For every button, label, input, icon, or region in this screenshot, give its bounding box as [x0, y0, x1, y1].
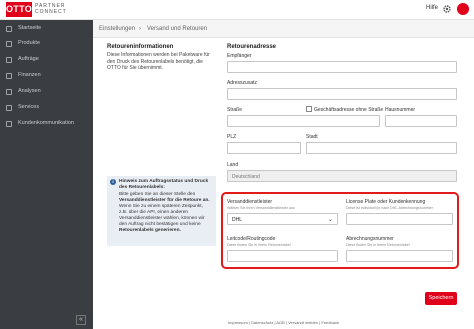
- info-line: Retourenlabels generieren.: [119, 228, 181, 233]
- sidebar-item-auftraege[interactable]: Aufträge: [0, 54, 93, 67]
- land-label: Land: [227, 162, 239, 168]
- empfaenger-label: Empfänger: [227, 53, 252, 59]
- abrechnung-input[interactable]: [346, 250, 453, 262]
- footer-links[interactable]: Impressum | Datenschutz | AGB | Versandt…: [93, 316, 474, 329]
- dienstleister-label: Versanddienstleister: [227, 199, 273, 205]
- hausnummer-label: Hausnummer: [385, 107, 416, 113]
- chat-icon: [6, 121, 12, 127]
- stadt-label: Stadt: [306, 134, 318, 140]
- leitcode-input[interactable]: [227, 250, 338, 262]
- retoureninfo-title: Retoureninformationen: [107, 44, 174, 50]
- license-hint: Diese ist individuell je nach DHL-Abrech…: [346, 206, 433, 210]
- breadcrumb-root[interactable]: Einstellungen: [99, 26, 135, 32]
- info-heading: Hinweis zum Auftragsstatus und Druck des…: [119, 179, 209, 191]
- otto-logo[interactable]: OTTO: [6, 2, 32, 17]
- sidebar-item-label: Aufträge: [18, 56, 39, 62]
- abrechnung-hint: Diese finden Sie in Ihrem Retourenlabel: [346, 243, 410, 247]
- sidebar: Startseite Produkte Aufträge Finanzen An…: [0, 20, 93, 329]
- sidebar-item-kundenkommunikation[interactable]: Kundenkommunikation: [0, 118, 93, 131]
- info-icon: i: [110, 179, 116, 185]
- strasse-input[interactable]: [227, 115, 380, 127]
- sidebar-item-label: Startseite: [18, 25, 42, 31]
- gear-icon[interactable]: [442, 4, 452, 14]
- avatar[interactable]: [457, 3, 469, 15]
- sidebar-item-finanzen[interactable]: Finanzen: [0, 70, 93, 83]
- stadt-input[interactable]: [306, 142, 457, 154]
- leitcode-label: Leitcode/Routingcode: [227, 236, 276, 242]
- home-icon: [6, 26, 12, 32]
- box-icon: [6, 41, 12, 47]
- breadcrumb: Einstellungen › Versand und Retouren: [93, 20, 474, 38]
- empfaenger-input[interactable]: [227, 61, 457, 73]
- land-field: Deutschland: [227, 170, 457, 182]
- retourenadresse-title: Retourenadresse: [227, 44, 277, 50]
- license-input[interactable]: [346, 213, 453, 225]
- sidebar-item-label: Analysen: [18, 88, 41, 94]
- no-street-checkbox[interactable]: [306, 106, 312, 112]
- retoureninfo-description: Diese Informationen werden bei Paketware…: [107, 52, 210, 71]
- adresszusatz-label: Adresszusatz: [227, 80, 258, 86]
- chevron-down-icon: ⌄: [327, 217, 333, 223]
- sidebar-item-startseite[interactable]: Startseite: [0, 23, 93, 36]
- help-link[interactable]: Hilfe: [426, 5, 438, 11]
- plz-input[interactable]: [227, 142, 301, 154]
- hausnummer-input[interactable]: [385, 115, 457, 127]
- dienstleister-value: DHL: [232, 217, 243, 223]
- finance-icon: [6, 73, 12, 79]
- services-icon: [6, 105, 12, 111]
- dienstleister-hint: Wählen Sie Ihren Versanddienstleister au…: [227, 206, 295, 210]
- sidebar-item-label: Services: [18, 104, 40, 110]
- sidebar-item-produkte[interactable]: Produkte: [0, 38, 93, 51]
- breadcrumb-separator: ›: [139, 26, 141, 32]
- sidebar-item-label: Kundenkommunikation: [18, 120, 74, 126]
- dienstleister-select[interactable]: DHL ⌄: [227, 213, 338, 225]
- info-box: i Hinweis zum Auftragsstatus und Druck d…: [107, 176, 216, 246]
- license-label: License Plate oder Kundenkennung: [346, 199, 426, 205]
- sidebar-item-analysen[interactable]: Analysen: [0, 86, 93, 99]
- save-button[interactable]: Speichern: [425, 292, 457, 305]
- breadcrumb-current: Versand und Retouren: [147, 26, 208, 32]
- collapse-sidebar-button[interactable]: «: [76, 315, 86, 325]
- top-bar: OTTO PARTNER CONNECT Hilfe: [0, 0, 474, 20]
- partner-connect-label: PARTNER CONNECT: [35, 3, 67, 15]
- sidebar-item-label: Finanzen: [18, 72, 41, 78]
- plz-label: PLZ: [227, 134, 237, 140]
- sidebar-item-label: Produkte: [18, 40, 41, 46]
- strasse-label: Straße: [227, 107, 243, 113]
- abrechnung-label: Abrechnungsnummer: [346, 236, 394, 242]
- no-street-label: Geschäftsadresse ohne Straße: [314, 107, 384, 113]
- adresszusatz-input[interactable]: [227, 88, 457, 100]
- orders-icon: [6, 57, 12, 63]
- sidebar-item-services[interactable]: Services: [0, 102, 93, 115]
- analytics-icon: [6, 89, 12, 95]
- leitcode-hint: Diese finden Sie in Ihrem Retourenlabel: [227, 243, 291, 247]
